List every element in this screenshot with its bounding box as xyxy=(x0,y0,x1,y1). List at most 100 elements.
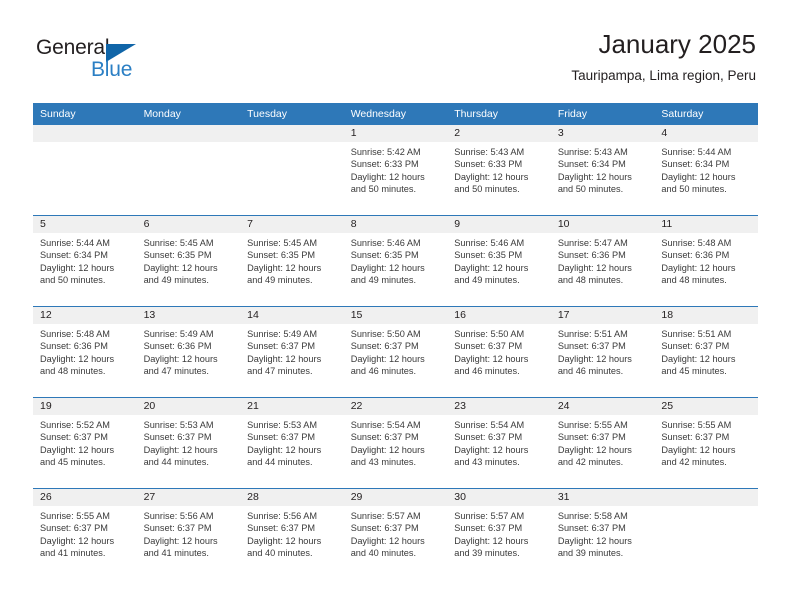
daylight-duration-line2: and 44 minutes. xyxy=(247,457,313,468)
day-details: Sunrise: 5:50 AM Sunset: 6:37 PM Daylight:… xyxy=(447,324,551,378)
calendar-day-cell[interactable]: 14 Sunrise: 5:49 AM Sunset: 6:37 PM Dayligh… xyxy=(240,306,344,398)
calendar-day-cell[interactable]: 3 Sunrise: 5:43 AM Sunset: 6:34 PM Daylight… xyxy=(550,125,655,216)
calendar-day-cell[interactable]: 27 Sunrise: 5:56 AM Sunset: 6:37 PM Dayligh… xyxy=(136,488,241,579)
daylight-duration-line1: Daylight: 12 hours xyxy=(40,353,115,364)
daylight-duration-line2: and 41 minutes. xyxy=(143,548,209,559)
daylight-duration-line1: Daylight: 12 hours xyxy=(557,353,632,364)
sunset-time: Sunset: 6:35 PM xyxy=(454,250,523,261)
calendar-day-cell[interactable]: 16 Sunrise: 5:50 AM Sunset: 6:37 PM Dayligh… xyxy=(447,306,551,398)
daylight-duration-line1: Daylight: 12 hours xyxy=(661,444,736,455)
sunset-time: Sunset: 6:36 PM xyxy=(661,250,730,261)
day-number: 27 xyxy=(136,489,241,506)
sunrise-time: Sunrise: 5:55 AM xyxy=(557,420,628,430)
sunset-time: Sunset: 6:37 PM xyxy=(247,341,316,352)
weekday-header-wednesday: Wednesday xyxy=(343,103,448,125)
calendar-day-cell[interactable]: 29 Sunrise: 5:57 AM Sunset: 6:37 PM Dayligh… xyxy=(343,488,448,579)
calendar-day-cell[interactable]: 20 Sunrise: 5:53 AM Sunset: 6:37 PM Dayligh… xyxy=(136,397,241,489)
daylight-duration-line2: and 49 minutes. xyxy=(247,275,313,286)
day-details: Sunrise: 5:54 AM Sunset: 6:37 PM Daylight:… xyxy=(344,415,448,469)
sunrise-time: Sunrise: 5:45 AM xyxy=(143,238,214,248)
day-details: Sunrise: 5:54 AM Sunset: 6:37 PM Daylight:… xyxy=(447,415,551,469)
sunrise-time: Sunrise: 5:51 AM xyxy=(661,329,732,339)
day-number: 19 xyxy=(33,398,137,415)
daylight-duration-line1: Daylight: 12 hours xyxy=(350,444,425,455)
sunrise-time: Sunrise: 5:43 AM xyxy=(557,147,628,157)
sunrise-time: Sunrise: 5:53 AM xyxy=(143,420,214,430)
daylight-duration-line2: and 50 minutes. xyxy=(40,275,106,286)
day-number: 20 xyxy=(136,398,241,415)
sunrise-time: Sunrise: 5:50 AM xyxy=(454,329,525,339)
general-blue-logo[interactable]: General Blue xyxy=(36,36,216,88)
day-number: 1 xyxy=(343,125,448,142)
calendar-week-row: 5 Sunrise: 5:44 AM Sunset: 6:34 PM Daylight… xyxy=(33,215,758,307)
calendar-day-cell[interactable]: 9 Sunrise: 5:46 AM Sunset: 6:35 PM Daylight… xyxy=(447,215,551,307)
logo-text-general: General xyxy=(36,36,110,59)
daylight-duration-line1: Daylight: 12 hours xyxy=(143,262,218,273)
day-number: 29 xyxy=(343,489,448,506)
daylight-duration-line2: and 47 minutes. xyxy=(247,366,313,377)
sunset-time: Sunset: 6:33 PM xyxy=(454,159,523,170)
day-number: 14 xyxy=(240,307,344,324)
calendar-day-cell[interactable]: 22 Sunrise: 5:54 AM Sunset: 6:37 PM Dayligh… xyxy=(343,397,448,489)
sunrise-time: Sunrise: 5:56 AM xyxy=(247,511,318,521)
day-number xyxy=(240,125,344,142)
day-number: 10 xyxy=(550,216,655,233)
calendar-day-cell[interactable]: 11 Sunrise: 5:48 AM Sunset: 6:36 PM Dayligh… xyxy=(654,215,758,307)
daylight-duration-line1: Daylight: 12 hours xyxy=(143,444,218,455)
sunrise-time: Sunrise: 5:58 AM xyxy=(557,511,628,521)
calendar-day-cell[interactable]: 24 Sunrise: 5:55 AM Sunset: 6:37 PM Dayligh… xyxy=(550,397,655,489)
calendar-day-cell[interactable]: 2 Sunrise: 5:43 AM Sunset: 6:33 PM Daylight… xyxy=(447,125,551,216)
day-number: 3 xyxy=(550,125,655,142)
daylight-duration-line1: Daylight: 12 hours xyxy=(247,262,322,273)
daylight-duration-line2: and 50 minutes. xyxy=(454,184,520,195)
sunset-time: Sunset: 6:35 PM xyxy=(350,250,419,261)
daylight-duration-line1: Daylight: 12 hours xyxy=(557,444,632,455)
daylight-duration-line2: and 49 minutes. xyxy=(350,275,417,286)
daylight-duration-line2: and 39 minutes. xyxy=(557,548,624,559)
calendar-day-cell[interactable]: 6 Sunrise: 5:45 AM Sunset: 6:35 PM Daylight… xyxy=(136,215,241,307)
daylight-duration-line1: Daylight: 12 hours xyxy=(40,262,115,273)
calendar-day-cell[interactable]: 17 Sunrise: 5:51 AM Sunset: 6:37 PM Dayligh… xyxy=(550,306,655,398)
day-number: 21 xyxy=(240,398,344,415)
sunrise-time: Sunrise: 5:54 AM xyxy=(350,420,421,430)
daylight-duration-line1: Daylight: 12 hours xyxy=(247,353,322,364)
sunrise-time: Sunrise: 5:46 AM xyxy=(350,238,421,248)
calendar-day-cell[interactable]: 10 Sunrise: 5:47 AM Sunset: 6:36 PM Dayligh… xyxy=(550,215,655,307)
weekday-header-saturday: Saturday xyxy=(654,103,758,125)
daylight-duration-line1: Daylight: 12 hours xyxy=(454,353,529,364)
day-number: 4 xyxy=(654,125,758,142)
calendar-day-cell[interactable]: 13 Sunrise: 5:49 AM Sunset: 6:36 PM Dayligh… xyxy=(136,306,241,398)
daylight-duration-line1: Daylight: 12 hours xyxy=(247,444,322,455)
calendar-day-cell[interactable]: 28 Sunrise: 5:56 AM Sunset: 6:37 PM Dayligh… xyxy=(240,488,344,579)
calendar-day-cell[interactable]: 4 Sunrise: 5:44 AM Sunset: 6:34 PM Daylight… xyxy=(654,125,758,216)
calendar-day-cell[interactable]: 25 Sunrise: 5:55 AM Sunset: 6:37 PM Dayligh… xyxy=(654,397,758,489)
day-number: 8 xyxy=(343,216,448,233)
calendar-day-cell[interactable]: 15 Sunrise: 5:50 AM Sunset: 6:37 PM Dayligh… xyxy=(343,306,448,398)
day-number xyxy=(136,125,241,142)
sunset-time: Sunset: 6:37 PM xyxy=(143,523,212,534)
day-details: Sunrise: 5:55 AM Sunset: 6:37 PM Daylight:… xyxy=(551,415,655,469)
calendar-day-cell[interactable]: 21 Sunrise: 5:53 AM Sunset: 6:37 PM Dayligh… xyxy=(240,397,344,489)
sunrise-time: Sunrise: 5:54 AM xyxy=(454,420,525,430)
calendar-day-cell[interactable]: 8 Sunrise: 5:46 AM Sunset: 6:35 PM Daylight… xyxy=(343,215,448,307)
calendar-day-cell[interactable]: 23 Sunrise: 5:54 AM Sunset: 6:37 PM Dayligh… xyxy=(447,397,551,489)
day-details: Sunrise: 5:43 AM Sunset: 6:34 PM Daylight:… xyxy=(551,142,655,196)
sunrise-time: Sunrise: 5:50 AM xyxy=(350,329,421,339)
calendar-day-cell-empty xyxy=(240,125,344,216)
sunrise-time: Sunrise: 5:53 AM xyxy=(247,420,318,430)
calendar-day-cell[interactable]: 18 Sunrise: 5:51 AM Sunset: 6:37 PM Dayligh… xyxy=(654,306,758,398)
calendar-day-cell[interactable]: 7 Sunrise: 5:45 AM Sunset: 6:35 PM Daylight… xyxy=(240,215,344,307)
calendar-day-cell[interactable]: 1 Sunrise: 5:42 AM Sunset: 6:33 PM Daylight… xyxy=(343,125,448,216)
calendar-day-cell[interactable]: 5 Sunrise: 5:44 AM Sunset: 6:34 PM Daylight… xyxy=(33,215,137,307)
calendar-day-cell[interactable]: 26 Sunrise: 5:55 AM Sunset: 6:37 PM Dayligh… xyxy=(33,488,137,579)
day-details: Sunrise: 5:46 AM Sunset: 6:35 PM Daylight:… xyxy=(447,233,551,287)
calendar-day-cell[interactable]: 12 Sunrise: 5:48 AM Sunset: 6:36 PM Dayligh… xyxy=(33,306,137,398)
daylight-duration-line2: and 46 minutes. xyxy=(454,366,520,377)
weekday-header-friday: Friday xyxy=(550,103,655,125)
daylight-duration-line2: and 42 minutes. xyxy=(661,457,727,468)
calendar-day-cell[interactable]: 30 Sunrise: 5:57 AM Sunset: 6:37 PM Dayligh… xyxy=(447,488,551,579)
daylight-duration-line2: and 46 minutes. xyxy=(557,366,624,377)
calendar-day-cell[interactable]: 31 Sunrise: 5:58 AM Sunset: 6:37 PM Dayligh… xyxy=(550,488,655,579)
day-number: 5 xyxy=(33,216,137,233)
calendar-day-cell[interactable]: 19 Sunrise: 5:52 AM Sunset: 6:37 PM Dayligh… xyxy=(33,397,137,489)
